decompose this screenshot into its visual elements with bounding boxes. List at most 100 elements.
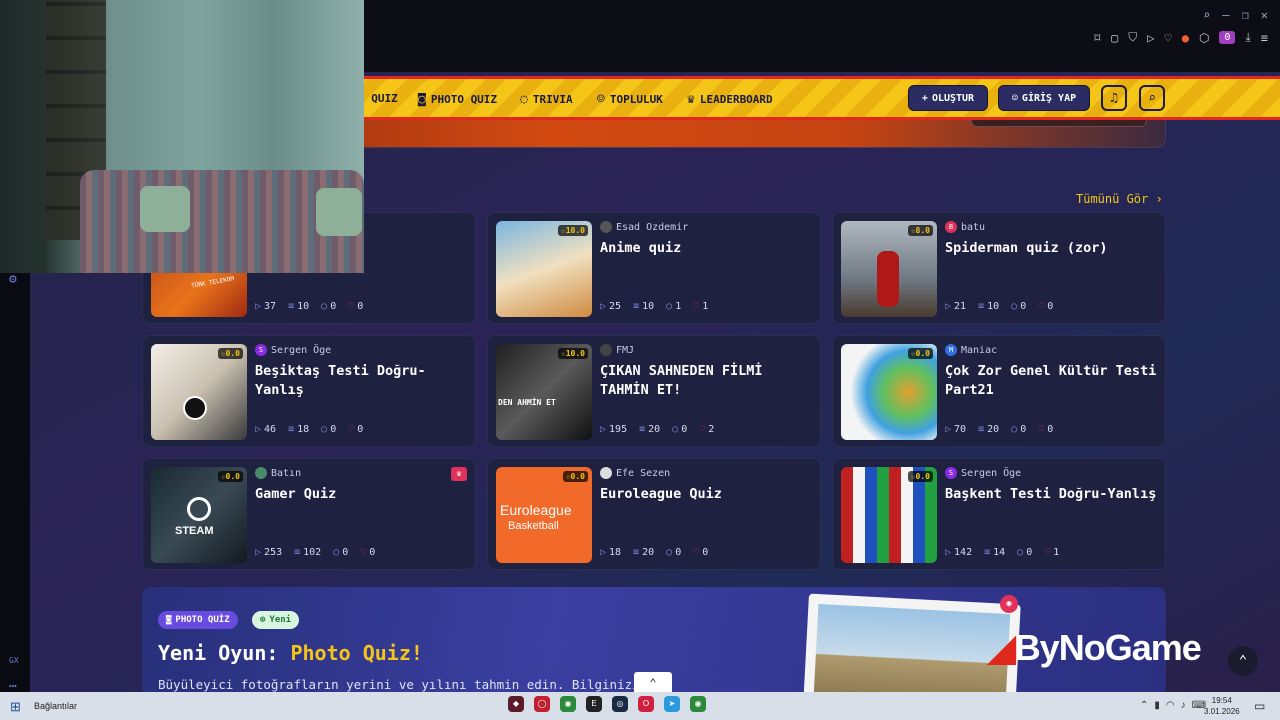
epic-games-icon[interactable]: E [586, 696, 602, 712]
brand-logo: ◢ByNoGame [988, 627, 1202, 669]
heart-icon[interactable]: ♡ [1164, 31, 1171, 45]
windows-start-icon[interactable]: ⊞ [10, 699, 21, 715]
quiz-thumbnail: DEN AHMİN ET ☆10.0 [496, 344, 592, 440]
thumb-text: STEAM [175, 525, 214, 537]
list-icon: ≡ [978, 424, 985, 435]
taskbar-clock[interactable]: 19:54 3.01.2026 [1204, 695, 1240, 717]
quiz-author[interactable]: FMJ [600, 344, 634, 356]
extension-icon[interactable]: ● [1182, 31, 1189, 45]
quiz-card[interactable]: DEN AHMİN ET ☆10.0 FMJ ÇIKAN SAHNEDEN Fİ… [487, 335, 821, 447]
bell-icon: ♫ [1110, 90, 1118, 106]
author-name: batu [961, 221, 986, 233]
comments-stat: ○ 0 [1011, 424, 1026, 435]
likes-stat: ♡ 0 [360, 547, 375, 558]
nav-item-topluluk[interactable]: ☺ TOPLULUK [597, 92, 663, 107]
nav-item-leaderboard[interactable]: ♛ LEADERBOARD [687, 92, 773, 107]
comment-icon: ○ [666, 301, 673, 312]
rating-badge: ☆0.0 [217, 348, 243, 359]
quiz-card[interactable]: STEAM ☆0.0 Batın ♛ Gamer Quiz ▷ 253 ≡ 102 … [142, 458, 476, 570]
quiz-author[interactable]: Efe Sezen [600, 467, 670, 479]
promo-title-highlight: Photo Quiz! [290, 641, 423, 665]
wifi-icon[interactable]: ◠ [1166, 700, 1175, 711]
quiz-card[interactable]: ☆0.0 S Sergen Öge Başkent Testi Doğru-Yan… [832, 458, 1166, 570]
download-icon[interactable]: ⤓ [1245, 30, 1250, 45]
quiz-author[interactable]: Batın [255, 467, 301, 479]
rating-badge: ☆0.0 [562, 471, 588, 482]
rating-value: 0.0 [225, 349, 240, 358]
comment-icon: ○ [1011, 301, 1018, 312]
opera-icon[interactable]: O [638, 696, 654, 712]
quiz-card[interactable]: ☆0.0 S Sergen Öge Beşiktaş Testi Doğru-Ya… [142, 335, 476, 447]
shield-icon[interactable]: ⛉ [1128, 30, 1137, 45]
quiz-card[interactable]: ☆8.0 Bbatu Spiderman quiz (zor) ▷ 21 ≡ 10 … [832, 212, 1166, 324]
create-button[interactable]: + OLUŞTUR [908, 85, 988, 111]
promo-title: Yeni Oyun: Photo Quiz! [158, 641, 423, 665]
minimize-icon[interactable]: — [1222, 8, 1229, 22]
login-label: GİRİŞ YAP [1021, 92, 1077, 104]
chevron-up-icon: ⌃ [1238, 653, 1248, 669]
see-all-label: Tümünü Gör [1076, 192, 1149, 206]
puzzle-icon[interactable]: ⬡ [1199, 31, 1209, 45]
settings-icon[interactable]: ⚙ [9, 272, 17, 287]
quiz-card[interactable]: Euroleague Basketball ☆0.0 Efe Sezen Euro… [487, 458, 821, 570]
opera-gx-icon[interactable]: ◯ [534, 696, 550, 712]
nav-item-trivia[interactable]: ◌ TRIVIA [520, 92, 573, 107]
likes-stat: ♡ 0 [693, 547, 708, 558]
login-button[interactable]: ☺ GİRİŞ YAP [998, 85, 1090, 111]
nav-label: PHOTO QUIZ [430, 93, 498, 106]
quiz-author[interactable]: M Maniac [945, 344, 997, 356]
bookmark-icon[interactable]: ⌑ [1094, 31, 1101, 45]
comments-value: 1 [675, 301, 682, 312]
app-icon[interactable]: ◆ [508, 696, 524, 712]
quiz-author[interactable]: S Sergen Öge [945, 467, 1021, 479]
questions-value: 20 [648, 424, 661, 435]
chevron-up-icon[interactable]: ⌃ [1140, 700, 1148, 711]
close-icon[interactable]: ✕ [1261, 8, 1268, 22]
questions-stat: ≡ 10 [978, 301, 999, 312]
comment-icon: ○ [666, 547, 673, 558]
quiz-author[interactable]: Esad Ozdemir [600, 221, 688, 233]
volume-icon[interactable]: ♪ [1181, 700, 1186, 711]
battery-icon[interactable]: ▮ [1154, 700, 1160, 711]
notification-button[interactable]: ♫ [1101, 85, 1127, 111]
quiz-title: Euroleague Quiz [600, 486, 722, 502]
telegram-icon[interactable]: ➤ [664, 696, 680, 712]
chrome-icon[interactable]: ◉ [690, 696, 706, 712]
scroll-to-top-button[interactable]: ⌃ [1228, 646, 1258, 676]
quiz-card[interactable]: ☆10.0 Esad Ozdemir Anime quiz ▷ 25 ≡ 10 ○ 1… [487, 212, 821, 324]
menu-icon[interactable]: ≡ [1261, 31, 1268, 45]
rating-value: 0.0 [225, 472, 240, 481]
search-button[interactable]: ⌕ [1139, 85, 1165, 111]
profile-badge[interactable]: 0 [1219, 31, 1236, 44]
quiz-card[interactable]: ☆0.0 M Maniac Çok Zor Genel Kültür Testi … [832, 335, 1166, 447]
likes-stat: ♡ 0 [1038, 424, 1053, 435]
taskbar-apps: ◆ ◯ ◉ E ◎ O ➤ ◉ [508, 696, 706, 712]
quiz-stats: ▷ 70 ≡ 20 ○ 0 ♡ 0 [945, 424, 1053, 435]
comments-stat: ○ 0 [1017, 547, 1032, 558]
search-icon[interactable]: ⌕ [1203, 8, 1210, 22]
chrome-icon[interactable]: ◉ [560, 696, 576, 712]
notification-icon[interactable]: ▭ [1254, 699, 1265, 713]
more-icon[interactable]: … [9, 676, 17, 691]
likes-value: 0 [702, 547, 709, 558]
plays-stat: ▷ 18 [600, 547, 621, 558]
likes-stat: ♡ 2 [699, 424, 714, 435]
steam-icon[interactable]: ◎ [612, 696, 628, 712]
quiz-title: Gamer Quiz [255, 486, 337, 502]
plays-stat: ▷ 37 [255, 301, 276, 312]
nav-item-photo-quiz[interactable]: ◙ PHOTO QUIZ [418, 92, 497, 107]
camera-icon: ◙ [418, 92, 426, 107]
comments-value: 0 [1026, 547, 1033, 558]
expand-button[interactable]: ⌃ [634, 672, 672, 692]
likes-stat: ♡ 1 [693, 301, 708, 312]
snapshot-icon[interactable]: ▢ [1111, 31, 1118, 45]
quiz-author[interactable]: S Sergen Öge [255, 344, 331, 356]
quiz-stats: ▷ 21 ≡ 10 ○ 0 ♡ 0 [945, 301, 1053, 312]
taskbar-connections[interactable]: Bağlantılar [34, 701, 77, 711]
author-name: FMJ [616, 344, 635, 356]
rating-badge: ☆0.0 [907, 471, 933, 482]
play-icon[interactable]: ▷ [1147, 31, 1154, 45]
quiz-author[interactable]: Bbatu [945, 221, 985, 233]
restore-icon[interactable]: ❐ [1242, 8, 1249, 22]
see-all-link[interactable]: Tümünü Gör › [1076, 192, 1163, 206]
